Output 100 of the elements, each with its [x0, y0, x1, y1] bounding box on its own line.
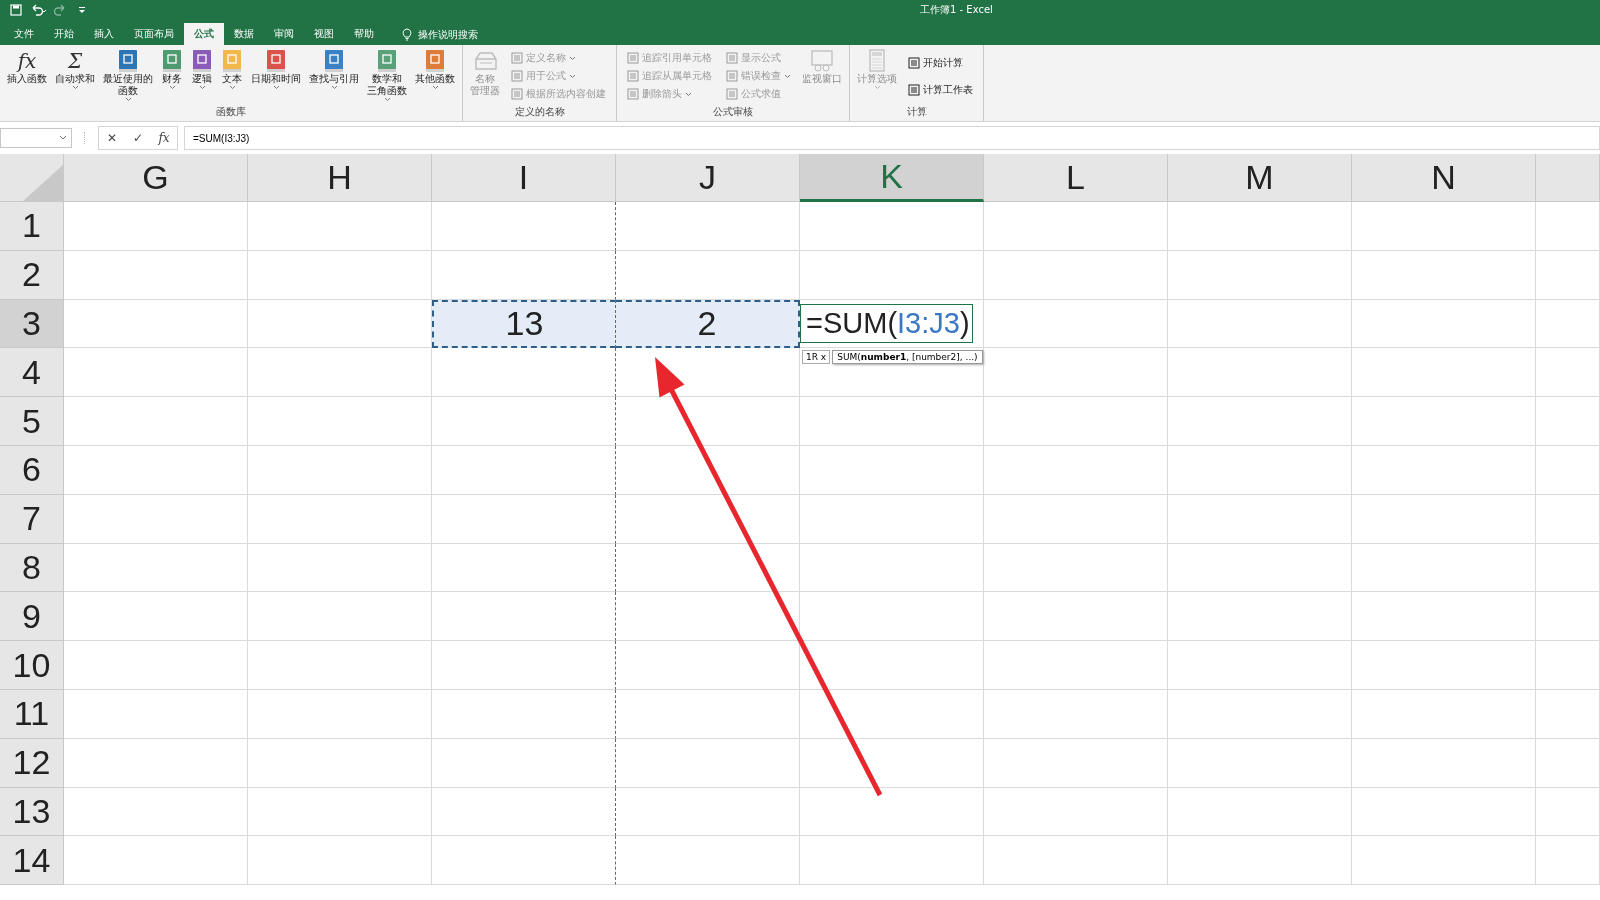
ribbon-tab[interactable]: 审阅 [264, 23, 304, 45]
ribbon-button[interactable]: 其他函数 [412, 47, 458, 105]
caret-icon [272, 85, 280, 90]
ribbon-button[interactable]: fx 插入函数 [4, 47, 50, 105]
column-header[interactable]: G [64, 154, 248, 202]
save-icon[interactable] [10, 4, 22, 16]
ribbon-tab[interactable]: 数据 [224, 23, 264, 45]
ribbon-button[interactable]: 日期和时间 [248, 47, 304, 105]
column-header[interactable] [1536, 154, 1600, 202]
cell-formula[interactable]: =SUM(I3:J3) [800, 304, 973, 343]
window-title: 工作簿1 - Excel [920, 3, 993, 17]
ribbon-button[interactable]: 最近使用的 函数 [100, 47, 156, 105]
row-header[interactable]: 3 [0, 299, 64, 349]
ribbon-tab[interactable]: 插入 [84, 23, 124, 45]
grid-cell[interactable] [432, 836, 616, 886]
caret-icon [873, 85, 881, 90]
undo-icon[interactable] [30, 4, 46, 16]
row-header[interactable]: 6 [0, 446, 64, 495]
ribbon-tab[interactable]: 视图 [304, 23, 344, 45]
ribbon-button[interactable]: 数学和 三角函数 [364, 47, 410, 105]
grid-cell[interactable] [432, 543, 616, 593]
range-size-tooltip: 1R x [802, 350, 831, 365]
row-header[interactable]: 9 [0, 592, 64, 642]
sheet-icon [511, 52, 523, 64]
grid-cell[interactable] [432, 641, 616, 690]
book-icon [221, 49, 243, 73]
caret-icon [569, 73, 576, 79]
caret-icon [431, 85, 439, 90]
group-label: 定义的名称 [514, 105, 565, 119]
ribbon-tab[interactable]: 帮助 [344, 23, 384, 45]
cancel-button[interactable]: ✕ [99, 130, 125, 146]
tell-me-search-field[interactable]: 操作说明搜索 [418, 28, 508, 40]
ribbon-tab[interactable]: 页面布局 [124, 23, 184, 45]
grid-cell[interactable] [432, 348, 616, 398]
group-label: 计算 [906, 105, 927, 119]
book-icon [323, 49, 345, 73]
sheet-icon [627, 52, 639, 64]
select-all-corner[interactable] [0, 154, 64, 202]
formula-input[interactable]: =SUM(I3:J3) [184, 126, 1600, 150]
ribbon-button[interactable]: 查找与引用 [306, 47, 362, 105]
row-header[interactable]: 11 [0, 689, 64, 739]
insert-function-button[interactable]: fx [151, 130, 177, 146]
grid-cell[interactable] [432, 446, 616, 495]
row-header[interactable]: 5 [0, 397, 64, 446]
ribbon-tab[interactable]: 开始 [44, 23, 84, 45]
calculator-icon [867, 49, 887, 73]
row-header[interactable]: 10 [0, 641, 64, 690]
grid-cell[interactable] [432, 689, 616, 739]
ribbon-button[interactable]: 开始计算 [906, 54, 975, 71]
row-header[interactable]: 13 [0, 787, 64, 837]
grid-cell[interactable] [432, 202, 616, 251]
ribbon-tab[interactable]: 公式 [184, 23, 224, 45]
caret-icon [198, 85, 206, 90]
sheet-icon [511, 88, 523, 100]
column-header[interactable]: J [616, 154, 800, 202]
grid-cell[interactable]: =SUM(I3:J3) [800, 299, 984, 349]
row-header[interactable]: 14 [0, 836, 64, 886]
row-header[interactable]: 8 [0, 543, 64, 593]
caret-icon [685, 91, 692, 97]
caret-icon [383, 97, 391, 102]
row-header[interactable]: 4 [0, 348, 64, 398]
column-header[interactable]: L [984, 154, 1168, 202]
column-header[interactable]: M [1168, 154, 1352, 202]
column-header[interactable]: H [248, 154, 432, 202]
grid-cell[interactable]: 2 [616, 299, 800, 349]
grid-cell[interactable] [432, 592, 616, 642]
enter-button[interactable]: ✓ [125, 130, 151, 146]
ribbon-button[interactable]: 逻辑 [188, 47, 216, 105]
grid-cell[interactable]: 13 [432, 299, 616, 349]
group-label: 公式审核 [713, 105, 753, 119]
function-syntax-tooltip: SUM(number1, [number2], ...) [832, 350, 983, 365]
row-header[interactable]: 1 [0, 202, 64, 251]
ribbon-button[interactable]: 财务 [158, 47, 186, 105]
grid-cell[interactable] [432, 397, 616, 446]
grid-cell[interactable] [432, 738, 616, 788]
row-header[interactable]: 12 [0, 738, 64, 788]
caret-icon [71, 85, 79, 90]
ribbon-button[interactable]: 文本 [218, 47, 246, 105]
grid-cell[interactable] [432, 494, 616, 544]
grid-cell[interactable] [432, 787, 616, 837]
ribbon-button[interactable]: Σ 自动求和 [52, 47, 98, 105]
ribbon-button[interactable]: 计算工作表 [906, 81, 975, 98]
caret-icon [569, 55, 576, 61]
book-icon [117, 49, 139, 73]
row-header[interactable]: 7 [0, 494, 64, 544]
sheet-icon [627, 88, 639, 100]
caret-icon [124, 97, 132, 102]
sheet-icon [627, 70, 639, 82]
column-header[interactable]: N [1352, 154, 1536, 202]
column-header[interactable]: I [432, 154, 616, 202]
name-box[interactable] [0, 128, 72, 148]
sheet-icon [908, 83, 920, 96]
ribbon-tab[interactable]: 文件 [4, 23, 44, 45]
grid-cell[interactable] [432, 250, 616, 300]
column-header[interactable]: K [800, 154, 984, 202]
tray-icon [472, 49, 498, 73]
sheet-icon [726, 70, 738, 82]
sheet-icon [726, 52, 738, 64]
row-header[interactable]: 2 [0, 250, 64, 300]
customize-icon[interactable] [78, 5, 86, 15]
